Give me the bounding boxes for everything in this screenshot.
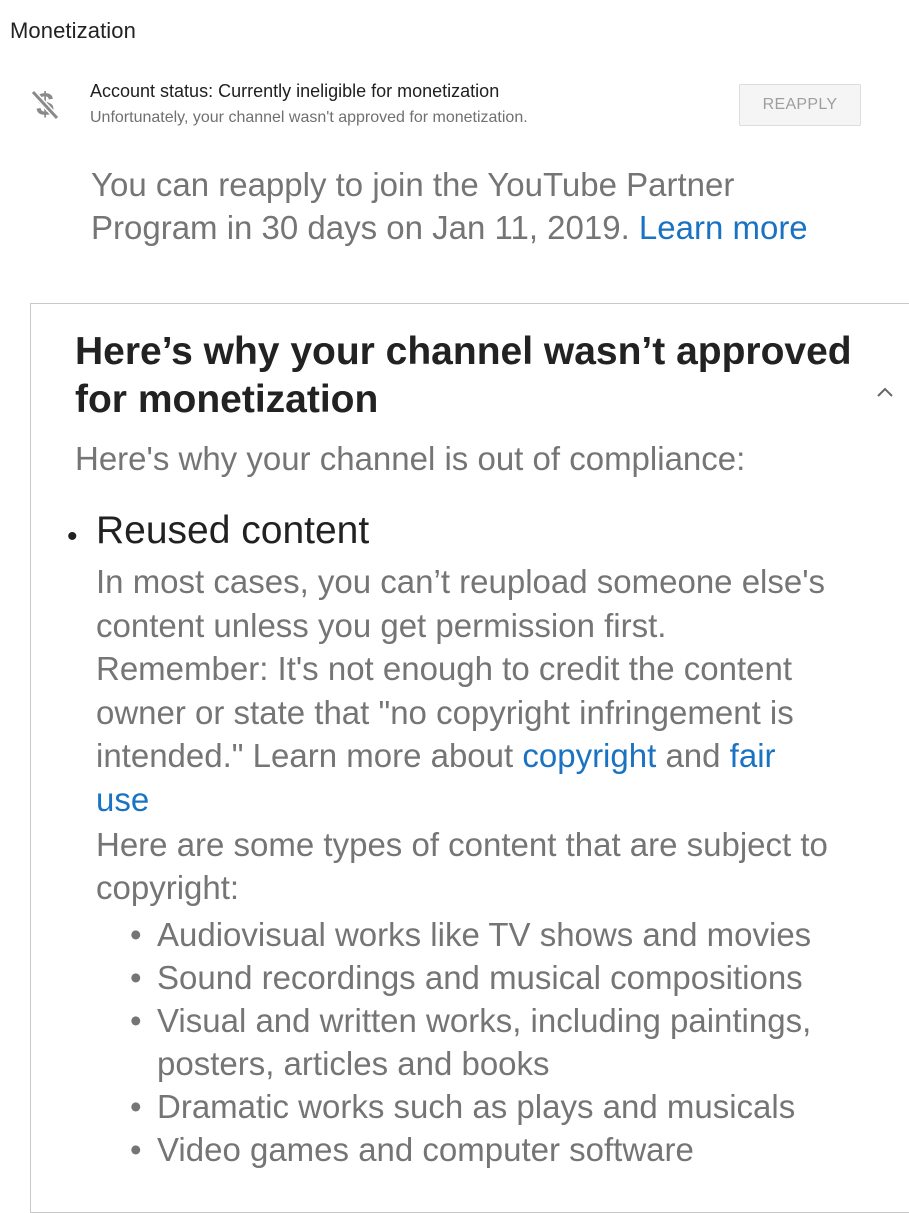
list-item-text: Audiovisual works like TV shows and movi…: [157, 916, 812, 953]
types-intro-line1: Here are some types of content that are …: [96, 826, 828, 863]
list-item: • Video games and computer software: [130, 1128, 909, 1171]
card-title: Here’s why your channel wasn’t approved …: [75, 328, 909, 424]
reason-line-2: content unless you get permission first.: [96, 606, 667, 644]
account-status-title: Account status: Currently ineligible for…: [90, 81, 500, 101]
reason-line-4: owner or state that "no copyright infrin…: [96, 693, 794, 731]
copyright-link[interactable]: copyright: [522, 737, 656, 774]
account-status-subtitle: Unfortunately, your channel wasn't appro…: [90, 109, 528, 126]
chevron-up-icon[interactable]: [875, 385, 895, 399]
reason-heading: Reused content: [96, 509, 370, 552]
reason-line-5: intended." Learn more about copyright an…: [96, 734, 909, 778]
section-title: Monetization: [10, 18, 136, 43]
list-item-text: Video games and computer software: [157, 1131, 694, 1168]
bullet-dot: •: [130, 1088, 142, 1125]
content-types-intro: Here are some types of content that are …: [96, 823, 909, 909]
reason-line-5-text: intended." Learn more about: [96, 737, 514, 774]
learn-more-link[interactable]: Learn more: [639, 209, 808, 246]
card-title-line2: for monetization: [75, 378, 379, 421]
bullet-dot: •: [130, 916, 142, 953]
card-subtitle: Here's why your channel is out of compli…: [75, 440, 746, 477]
bullet-dot: •: [130, 1131, 142, 1168]
list-item-text: Sound recordings and musical composition…: [157, 959, 803, 996]
list-item-text: Dramatic works such as plays and musical…: [157, 1088, 796, 1125]
reason-line-6: use: [96, 778, 909, 822]
reason-bullet: •: [67, 520, 78, 553]
reapply-note-line1: You can reapply to join the YouTube Part…: [91, 166, 735, 203]
list-item-text: Visual and written works, including pain…: [157, 1002, 812, 1039]
bullet-dot: •: [130, 1002, 142, 1039]
reason-line-3: Remember: It's not enough to credit the …: [96, 650, 793, 687]
card-title-line1: Here’s why your channel wasn’t approved: [75, 330, 852, 373]
list-item: • Visual and written works, including pai…: [130, 999, 909, 1085]
list-item: • Sound recordings and musical compositio…: [130, 956, 909, 999]
list-item: • Audiovisual works like TV shows and mov…: [130, 913, 909, 956]
content-types-list: • Audiovisual works like TV shows and mov…: [130, 913, 909, 1171]
reapply-note-line2: Program in 30 days on Jan 11, 2019.: [91, 209, 630, 246]
list-item: • Dramatic works such as plays and musica…: [130, 1085, 909, 1128]
reason-line-1: In most cases, you can’t reupload someon…: [96, 563, 826, 600]
fair-use-link-part2[interactable]: use: [96, 781, 149, 818]
no-monetization-icon: $: [30, 86, 60, 122]
reason-description: In most cases, you can’t reupload someon…: [96, 560, 909, 821]
reapply-note: You can reapply to join the YouTube Part…: [91, 163, 901, 249]
fair-use-link-part1[interactable]: fair: [730, 737, 776, 774]
types-intro-line2: copyright:: [96, 869, 240, 906]
bullet-dot: •: [130, 959, 142, 996]
and-text: and: [665, 737, 721, 774]
reapply-button[interactable]: REAPPLY: [739, 84, 861, 126]
list-item-text-continuation: posters, articles and books: [157, 1045, 550, 1082]
